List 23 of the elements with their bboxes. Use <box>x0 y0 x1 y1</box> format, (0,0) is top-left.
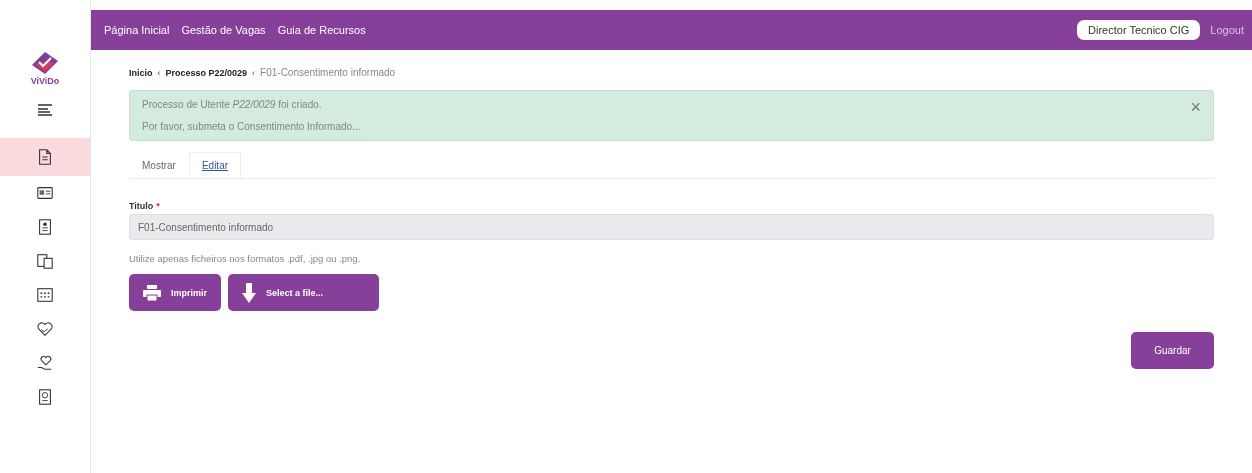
user-button[interactable]: Director Tecnico CIG <box>1077 20 1201 40</box>
breadcrumb-separator: ‹ <box>157 67 161 78</box>
hint-text: Utilize apenas ficheiros nos formatos .pdf, .jpg ou .png. <box>129 253 362 264</box>
save-button[interactable]: Guardar <box>1131 332 1214 369</box>
logout-link[interactable]: Logout <box>1210 24 1244 36</box>
breadcrumb-separator: ‹ <box>252 67 256 78</box>
nav-link[interactable]: Página Inicial <box>104 24 170 36</box>
required-mark: * <box>156 201 160 211</box>
breadcrumb-item[interactable]: Processo P22/0029 <box>165 67 248 78</box>
alert-message: Processo de Utente P22/0029 foi criado. <box>142 99 323 110</box>
nav-link[interactable]: Guia de Recursos <box>277 24 366 36</box>
print-button[interactable]: Imprimir <box>129 274 221 311</box>
tab[interactable]: Mostrar <box>129 152 189 178</box>
file-button[interactable]: Select a file... <box>228 274 379 311</box>
breadcrumb-item: F01-Consentimento informado <box>260 67 396 78</box>
nav-link[interactable]: Gestão de Vagas <box>181 24 266 36</box>
logo-text: ViViDo <box>30 76 60 86</box>
breadcrumb-item[interactable]: Inicio <box>129 67 153 78</box>
title-field[interactable]: F01-Consentimento informado <box>129 214 1214 240</box>
field-label: Titulo <box>129 201 154 211</box>
tab[interactable]: Editar <box>188 152 242 178</box>
alert-message: Por favor, submeta o Consentimento Informado... <box>142 121 361 132</box>
close-button[interactable]: × <box>1190 99 1201 132</box>
